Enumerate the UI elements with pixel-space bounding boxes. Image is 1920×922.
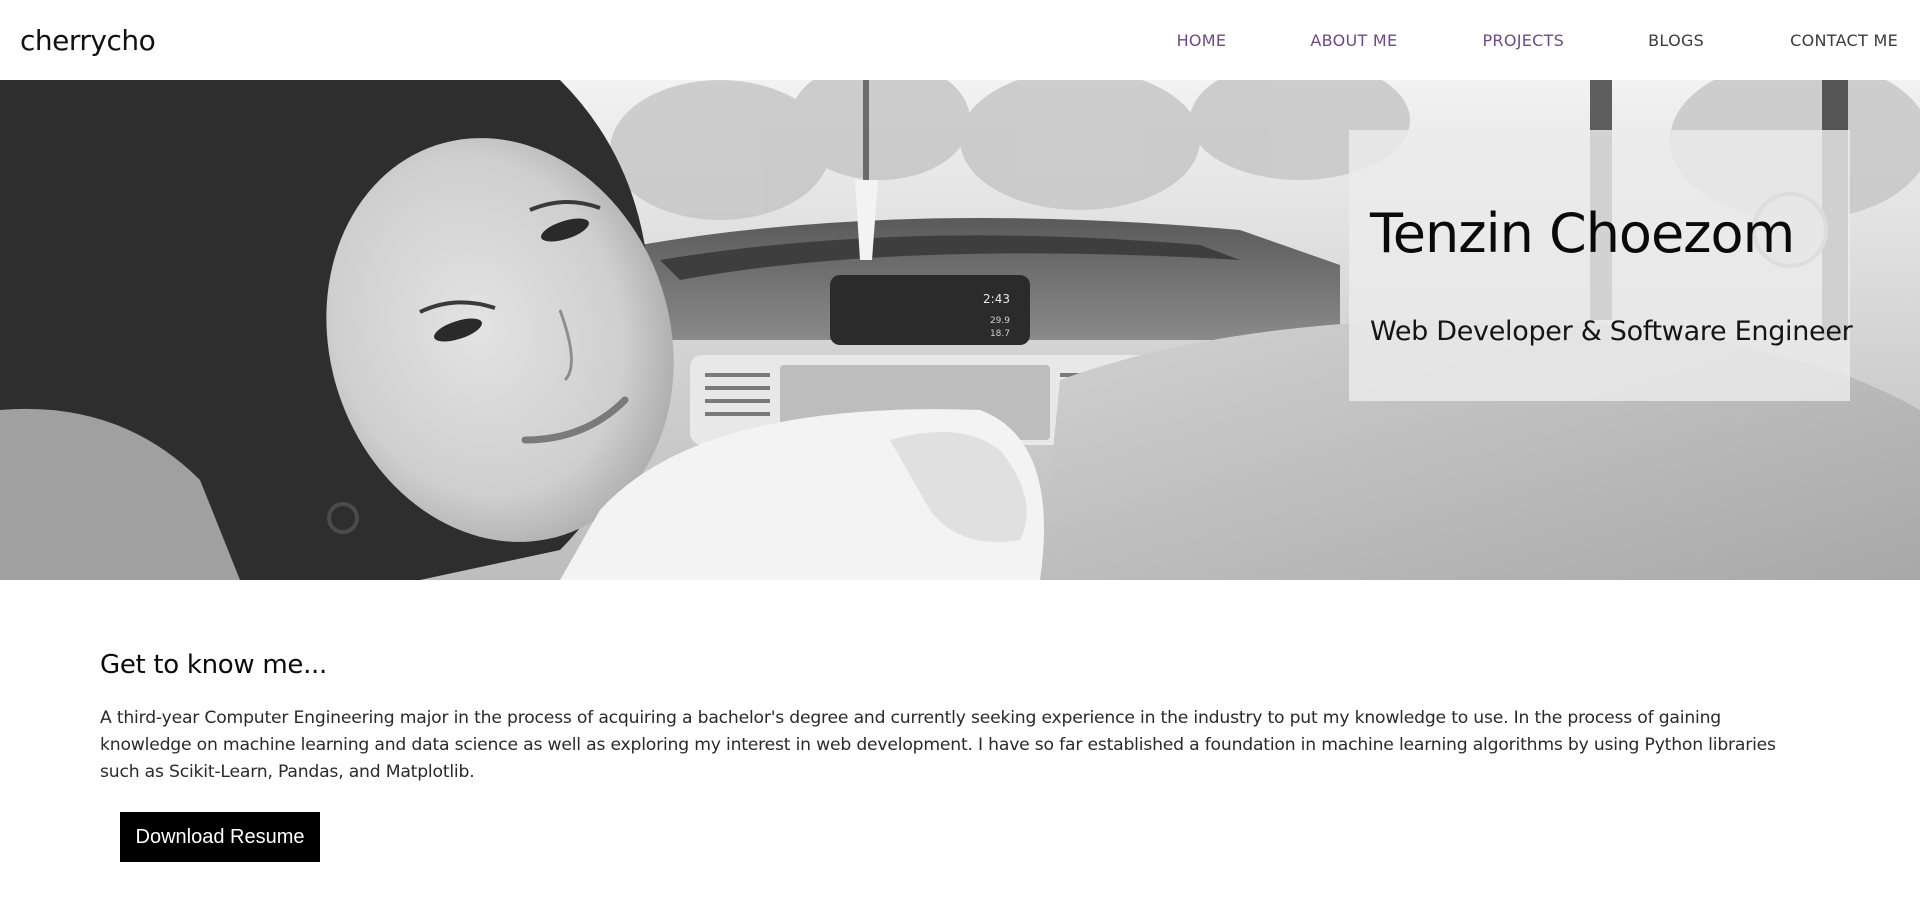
about-title: Get to know me... bbox=[100, 650, 327, 680]
main-nav: HOME ABOUT ME PROJECTS BLOGS CONTACT ME bbox=[1177, 31, 1898, 50]
hero-name: Tenzin Choezom bbox=[1370, 202, 1795, 265]
dashboard-readout-2: 18.7 bbox=[990, 329, 1010, 339]
nav-link-contact-me[interactable]: CONTACT ME bbox=[1790, 31, 1898, 50]
hero-banner: 2:43 29.9 18.7 Tenzin Choezom Web Develo… bbox=[0, 80, 1920, 580]
about-description: A third-year Computer Engineering major … bbox=[100, 708, 1776, 782]
download-resume-button[interactable]: Download Resume bbox=[120, 812, 320, 862]
nav-link-about-me[interactable]: ABOUT ME bbox=[1310, 31, 1397, 50]
nav-link-projects[interactable]: PROJECTS bbox=[1482, 31, 1564, 50]
hero-role: Web Developer & Software Engineer bbox=[1370, 316, 1853, 347]
nav-link-blogs[interactable]: BLOGS bbox=[1648, 31, 1704, 50]
dashboard-time: 2:43 bbox=[983, 292, 1010, 306]
hero-intro-card: Tenzin Choezom Web Developer & Software … bbox=[1349, 130, 1853, 401]
about-section: Get to know me... A third-year Computer … bbox=[100, 650, 1820, 786]
nav-link-home[interactable]: HOME bbox=[1177, 31, 1227, 50]
top-navigation-bar: cherrycho HOME ABOUT ME PROJECTS BLOGS C… bbox=[0, 0, 1920, 80]
brand-logo[interactable]: cherrycho bbox=[20, 24, 156, 57]
dashboard-readout: 29.9 bbox=[990, 316, 1010, 326]
